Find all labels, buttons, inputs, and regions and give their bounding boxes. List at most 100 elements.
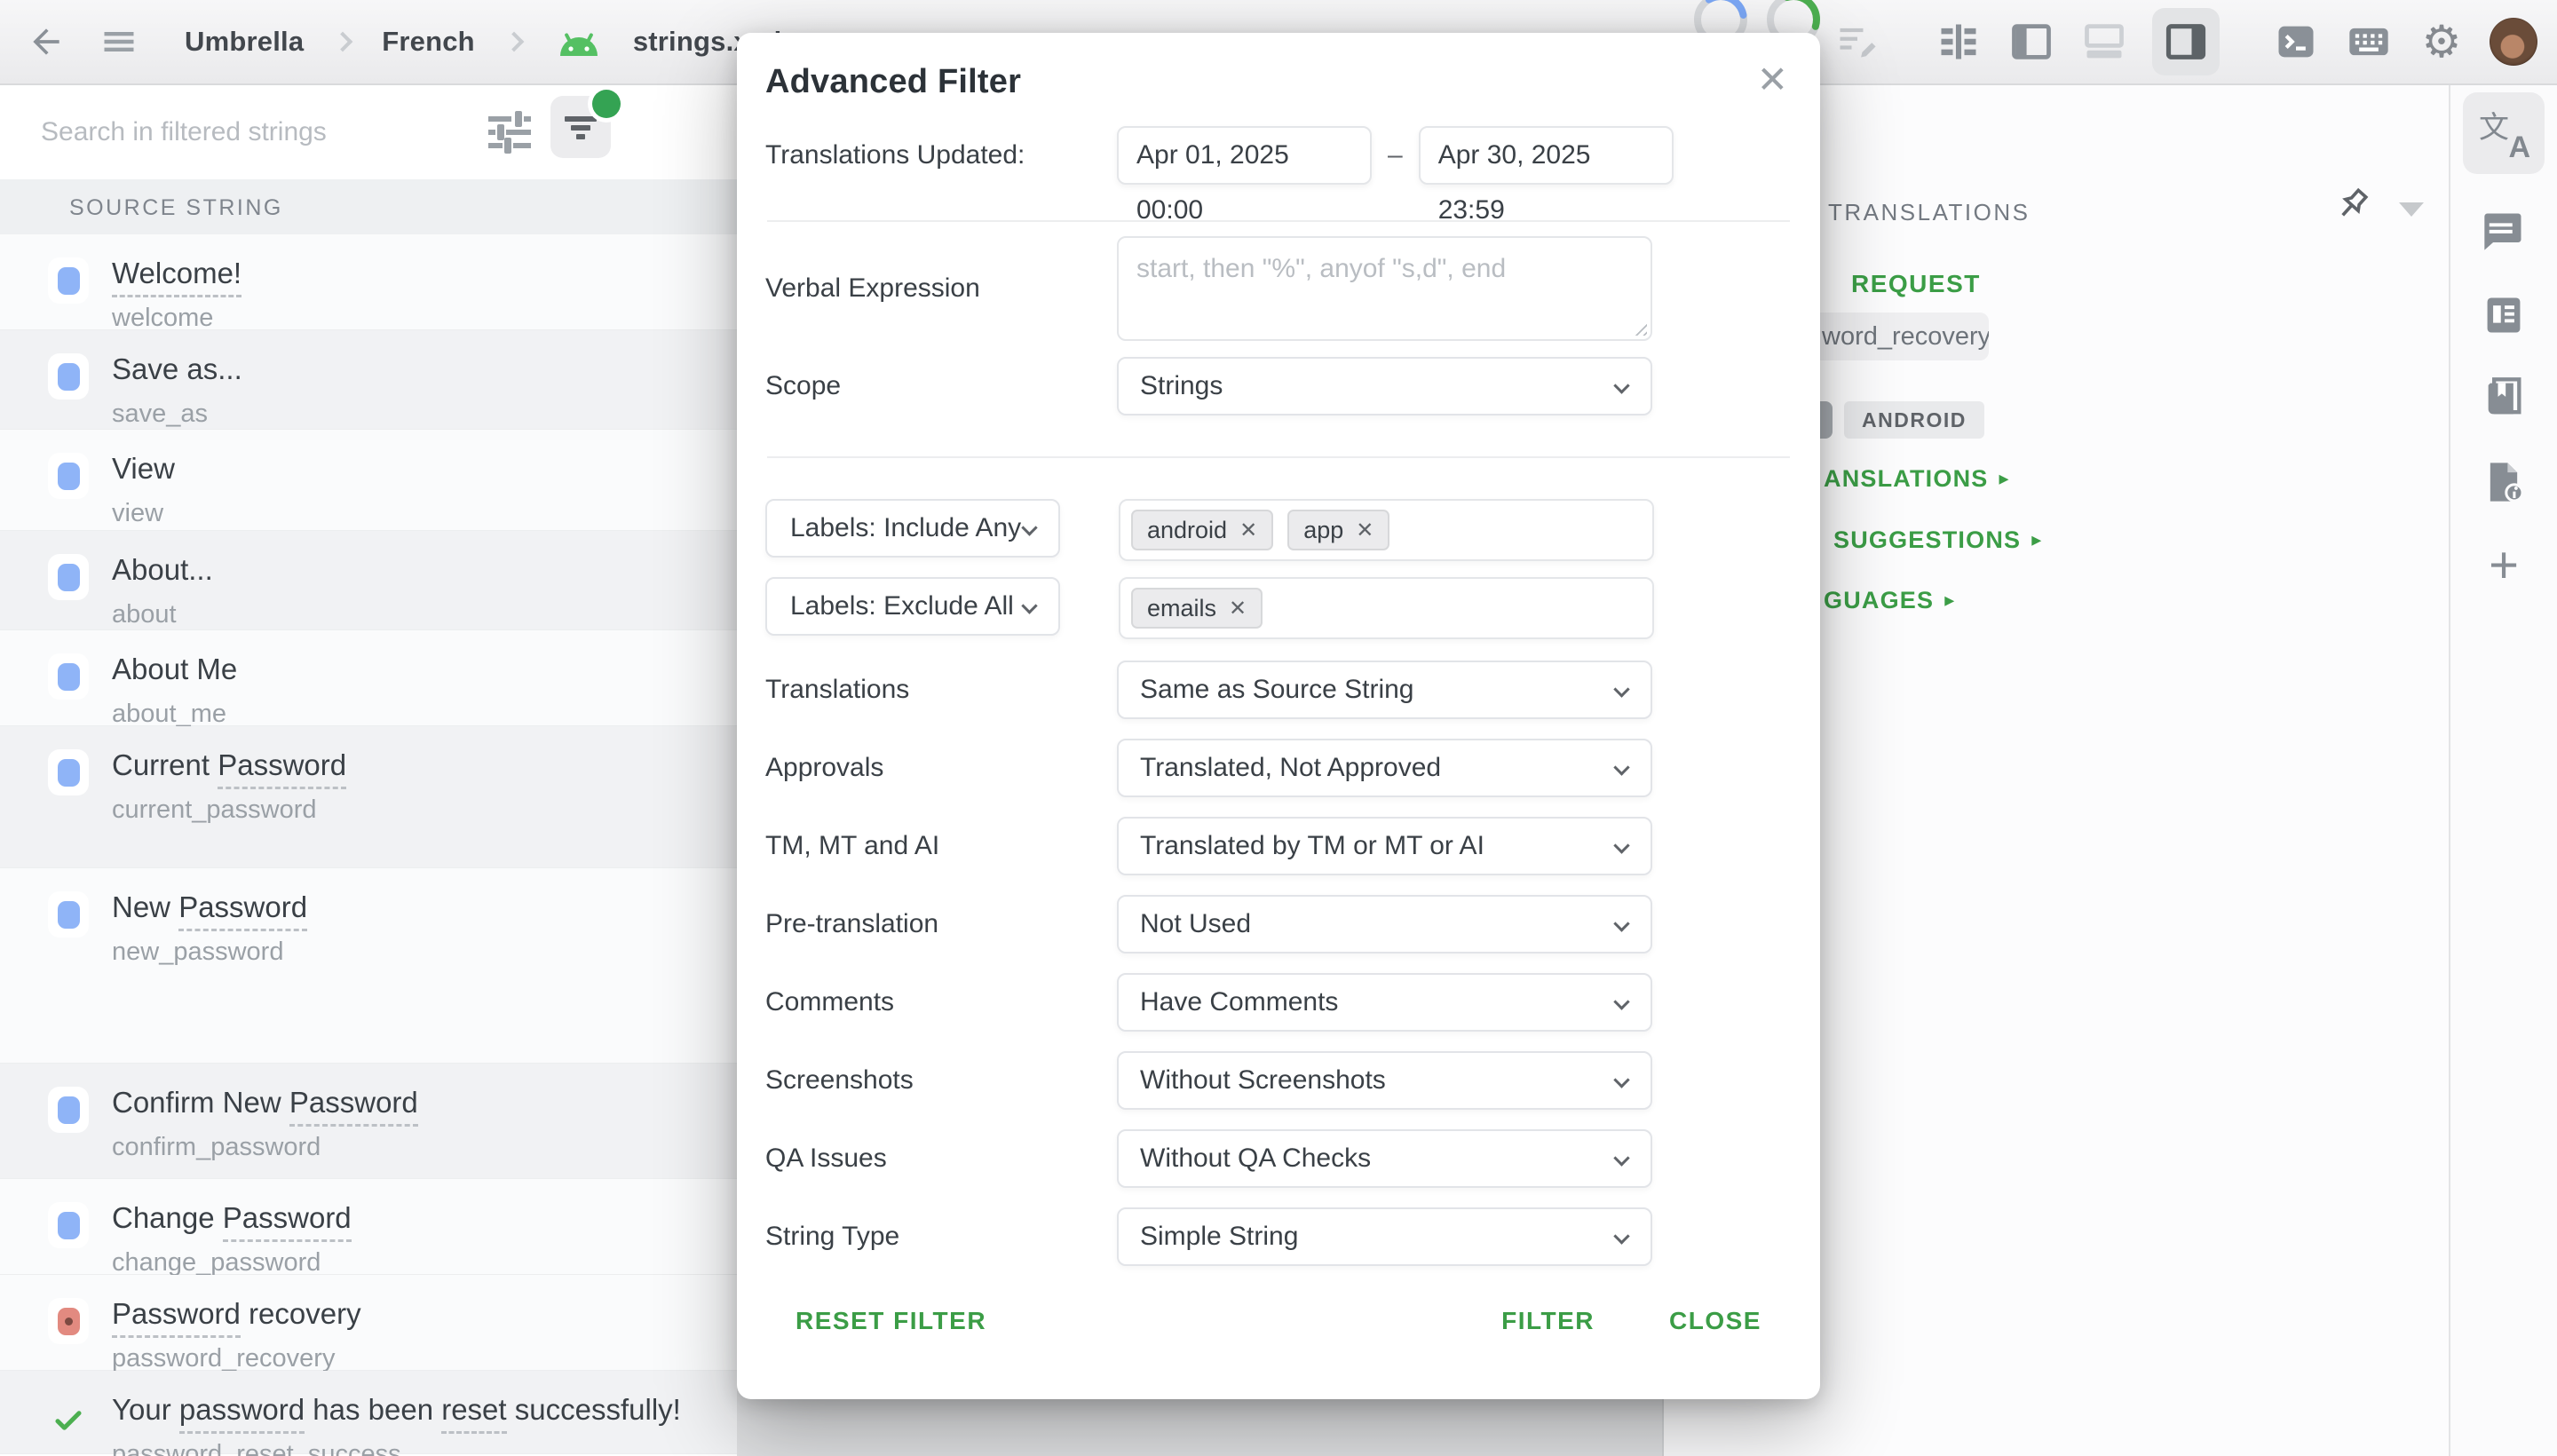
main-menu-button[interactable] bbox=[94, 17, 144, 67]
verbal-expression-input[interactable]: start, then "%", anyof "s,d", end bbox=[1117, 236, 1652, 341]
filter-select[interactable]: Without Screenshots bbox=[1117, 1051, 1652, 1110]
section-other-languages[interactable]: GUAGES ▸ bbox=[1824, 587, 1955, 614]
view-mode-right-panel-button[interactable] bbox=[2152, 8, 2220, 75]
string-status-badge bbox=[48, 554, 89, 600]
chevron-right-icon: ▸ bbox=[2031, 529, 2042, 551]
unpin-panel-button[interactable] bbox=[2331, 185, 2372, 226]
verbal-expression-label: Verbal Expression bbox=[765, 273, 1117, 304]
glossary-term: reset bbox=[441, 1393, 506, 1434]
scope-row: Scope Strings bbox=[765, 357, 1792, 415]
filter-row: QA Issues Without QA Checks bbox=[765, 1129, 1792, 1188]
view-mode-side-by-side-button[interactable] bbox=[2007, 17, 2056, 67]
request-translation-link[interactable]: REQUEST bbox=[1851, 270, 1981, 298]
filter-row: Comments Have Comments bbox=[765, 973, 1792, 1032]
close-dialog-button[interactable]: CLOSE bbox=[1648, 1293, 1783, 1349]
search-settings-button[interactable] bbox=[487, 107, 533, 157]
text-segment: Save as... bbox=[112, 352, 242, 385]
filter-row: Translations Same as Source String bbox=[765, 661, 1792, 719]
breadcrumb-language[interactable]: French bbox=[382, 26, 475, 58]
list-item[interactable]: About... about bbox=[0, 531, 737, 630]
list-item[interactable]: Welcome! welcome bbox=[0, 234, 737, 330]
dialog-close-button[interactable]: ✕ bbox=[1757, 61, 1788, 99]
translation-memory-tab[interactable] bbox=[2463, 274, 2545, 356]
glossary-term: Password bbox=[112, 1297, 241, 1338]
labels-include-row: Labels: Include Any android ✕ app ✕ bbox=[765, 499, 1792, 561]
filter-select[interactable]: Same as Source String bbox=[1117, 661, 1652, 719]
filter-select[interactable]: Not Used bbox=[1117, 895, 1652, 954]
status-square-icon bbox=[58, 1212, 80, 1239]
translations-tab[interactable]: 文A bbox=[2463, 92, 2545, 174]
filter-value: Same as Source String bbox=[1140, 675, 1413, 705]
apply-filter-button[interactable]: FILTER bbox=[1480, 1293, 1616, 1349]
filter-select[interactable]: Without QA Checks bbox=[1117, 1129, 1652, 1188]
add-panel-button[interactable]: + bbox=[2463, 525, 2545, 606]
comfortable-view-icon bbox=[1936, 19, 1982, 65]
list-item[interactable]: Password recovery password_recovery bbox=[0, 1275, 737, 1371]
remove-tag-icon[interactable]: ✕ bbox=[1356, 518, 1373, 542]
section-suggestions[interactable]: SUGGESTIONS ▸ bbox=[1833, 526, 2042, 554]
glossary-tab[interactable] bbox=[2463, 358, 2545, 439]
plus-icon: + bbox=[2489, 540, 2519, 591]
comments-tab[interactable] bbox=[2463, 190, 2545, 272]
panel-options-caret-icon[interactable] bbox=[2399, 202, 2424, 217]
chevron-down-icon bbox=[1613, 993, 1629, 1009]
shortcuts-button[interactable] bbox=[2344, 17, 2394, 67]
source-string-text: New Password bbox=[112, 890, 307, 925]
section-translations[interactable]: ANSLATIONS ▸ bbox=[1824, 465, 2010, 493]
breadcrumb-project[interactable]: Umbrella bbox=[185, 26, 304, 58]
console-button[interactable] bbox=[2271, 17, 2321, 67]
filter-select[interactable]: Have Comments bbox=[1117, 973, 1652, 1032]
labels-exclude-tagbox[interactable]: emails ✕ bbox=[1119, 577, 1654, 639]
text-segment: Current bbox=[112, 748, 218, 781]
reset-filter-button[interactable]: RESET FILTER bbox=[774, 1293, 1008, 1349]
string-key: password_reset_success bbox=[112, 1440, 681, 1456]
chevron-down-icon bbox=[1613, 759, 1629, 775]
view-mode-bottom-panel-button[interactable] bbox=[2079, 17, 2129, 67]
status-square-icon bbox=[58, 759, 80, 787]
labels-include-tagbox[interactable]: android ✕ app ✕ bbox=[1119, 499, 1654, 561]
list-item[interactable]: About Me about_me bbox=[0, 630, 737, 726]
chevron-down-icon bbox=[1613, 377, 1629, 393]
gear-icon: ⚙ bbox=[2422, 20, 2462, 64]
string-status-badge bbox=[48, 257, 89, 304]
back-button[interactable] bbox=[21, 17, 71, 67]
date-to-input[interactable]: Apr 30, 2025 23:59 bbox=[1419, 126, 1674, 185]
list-item[interactable]: Change Password change_password bbox=[0, 1179, 737, 1275]
list-item[interactable]: Current Password current_password bbox=[0, 726, 737, 868]
user-avatar[interactable] bbox=[2490, 18, 2537, 66]
left-panel-view-icon bbox=[2008, 19, 2054, 65]
string-status-badge bbox=[48, 1394, 89, 1440]
list-item[interactable]: Save as... save_as bbox=[0, 330, 737, 430]
string-status-badge bbox=[48, 891, 89, 938]
string-status-badge bbox=[48, 1298, 89, 1344]
date-from-input[interactable]: Apr 01, 2025 00:00 bbox=[1117, 126, 1372, 185]
edit-lines-icon bbox=[1834, 19, 1880, 65]
comment-icon bbox=[2481, 208, 2527, 254]
filter-value: Not Used bbox=[1140, 909, 1251, 939]
list-item[interactable]: Confirm New Password confirm_password bbox=[0, 1064, 737, 1179]
filter-select[interactable]: Translated, Not Approved bbox=[1117, 739, 1652, 797]
scope-select[interactable]: Strings bbox=[1117, 357, 1652, 415]
filter-select[interactable]: Translated by TM or MT or AI bbox=[1117, 817, 1652, 875]
remove-tag-icon[interactable]: ✕ bbox=[1239, 518, 1257, 542]
terminal-icon bbox=[2273, 19, 2319, 65]
filter-select[interactable]: Simple String bbox=[1117, 1207, 1652, 1266]
file-info-icon bbox=[2481, 459, 2527, 505]
list-item[interactable]: New Password new_password bbox=[0, 868, 737, 1064]
list-item[interactable]: View view bbox=[0, 430, 737, 531]
labels-include-mode-select[interactable]: Labels: Include Any bbox=[765, 499, 1060, 558]
view-mode-comfortable-button[interactable] bbox=[1934, 17, 1983, 67]
text-segment: successfully! bbox=[507, 1393, 681, 1426]
search-input[interactable]: Search in filtered strings bbox=[41, 85, 327, 179]
source-string-text: View bbox=[112, 451, 175, 487]
text-segment: has been bbox=[305, 1393, 441, 1426]
remove-tag-icon[interactable]: ✕ bbox=[1229, 596, 1247, 621]
draft-edit-button[interactable] bbox=[1833, 17, 1882, 67]
settings-button[interactable]: ⚙ bbox=[2417, 17, 2466, 67]
list-item[interactable]: Your password has been reset successfull… bbox=[0, 1371, 737, 1454]
string-key: password_recovery bbox=[112, 1344, 361, 1373]
labels-exclude-mode-select[interactable]: Labels: Exclude All bbox=[765, 577, 1060, 636]
filter-value: Translated, Not Approved bbox=[1140, 753, 1441, 783]
string-info-tab[interactable] bbox=[2463, 441, 2545, 523]
divider bbox=[767, 220, 1790, 222]
